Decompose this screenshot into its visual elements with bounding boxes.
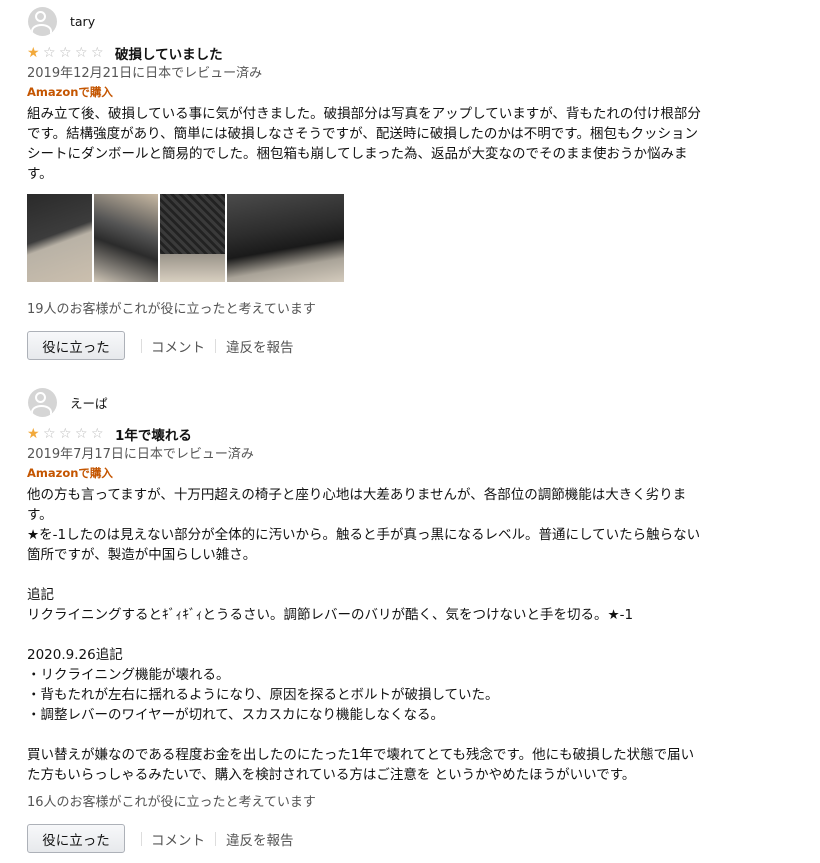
- avatar[interactable]: [28, 387, 57, 417]
- avatar[interactable]: [28, 6, 57, 36]
- review-date: 2019年12月21日に日本でレビュー済み: [27, 66, 263, 81]
- star-empty-icon: ☆: [91, 45, 104, 61]
- star-empty-icon: ☆: [43, 45, 56, 61]
- star-empty-icon: ☆: [59, 45, 72, 61]
- review-body: 組み立て後、破損している事に気が付きました。破損部分は写真をアップしていますが、…: [27, 106, 701, 182]
- review-image-thumbnail[interactable]: [160, 194, 225, 282]
- reviewer-name[interactable]: えーぱ: [70, 393, 108, 412]
- helpful-button[interactable]: 役に立った: [27, 331, 125, 360]
- divider: [215, 338, 216, 353]
- reviewer-profile[interactable]: えーぱ: [27, 387, 707, 417]
- review-title[interactable]: 破損していました: [115, 43, 223, 63]
- star-filled-icon: ★: [27, 426, 40, 442]
- verified-purchase-badge: Amazonで購入: [27, 466, 113, 480]
- helpful-count: 16人のお客様がこれが役に立ったと考えています: [27, 795, 316, 810]
- star-empty-icon: ☆: [75, 45, 88, 61]
- review-image-thumbnail[interactable]: [94, 194, 158, 282]
- star-rating[interactable]: ★ ☆ ☆ ☆ ☆: [27, 46, 107, 60]
- review-2: えーぱ ★ ☆ ☆ ☆ ☆ 1年で壊れる 2019年7月17日に日本でレビュー済…: [27, 387, 707, 854]
- star-empty-icon: ☆: [59, 426, 72, 442]
- report-abuse-link[interactable]: 違反を報告: [226, 336, 294, 356]
- review-body: 他の方も言ってますが、十万円超えの椅子と座り心地は大差ありませんが、各部位の調節…: [27, 487, 701, 783]
- star-rating[interactable]: ★ ☆ ☆ ☆ ☆: [27, 427, 107, 441]
- review-images: [27, 194, 707, 282]
- review-image-thumbnail[interactable]: [227, 194, 344, 282]
- star-empty-icon: ☆: [91, 426, 104, 442]
- helpful-button[interactable]: 役に立った: [27, 824, 125, 853]
- reviewer-profile[interactable]: tary: [27, 6, 707, 36]
- review-title[interactable]: 1年で壊れる: [115, 424, 192, 444]
- divider: [141, 831, 142, 846]
- star-filled-icon: ★: [27, 45, 40, 61]
- reviewer-name[interactable]: tary: [70, 14, 95, 29]
- review-image-thumbnail[interactable]: [27, 194, 92, 282]
- helpful-count: 19人のお客様がこれが役に立ったと考えています: [27, 302, 316, 317]
- verified-purchase-badge: Amazonで購入: [27, 85, 113, 99]
- divider: [141, 338, 142, 353]
- comment-link[interactable]: コメント: [151, 829, 205, 849]
- divider: [215, 831, 216, 846]
- star-empty-icon: ☆: [75, 426, 88, 442]
- star-empty-icon: ☆: [43, 426, 56, 442]
- report-abuse-link[interactable]: 違反を報告: [226, 829, 294, 849]
- review-1: tary ★ ☆ ☆ ☆ ☆ 破損していました 2019年12月21日に日本でレ…: [27, 6, 707, 361]
- comment-link[interactable]: コメント: [151, 336, 205, 356]
- review-date: 2019年7月17日に日本でレビュー済み: [27, 447, 254, 462]
